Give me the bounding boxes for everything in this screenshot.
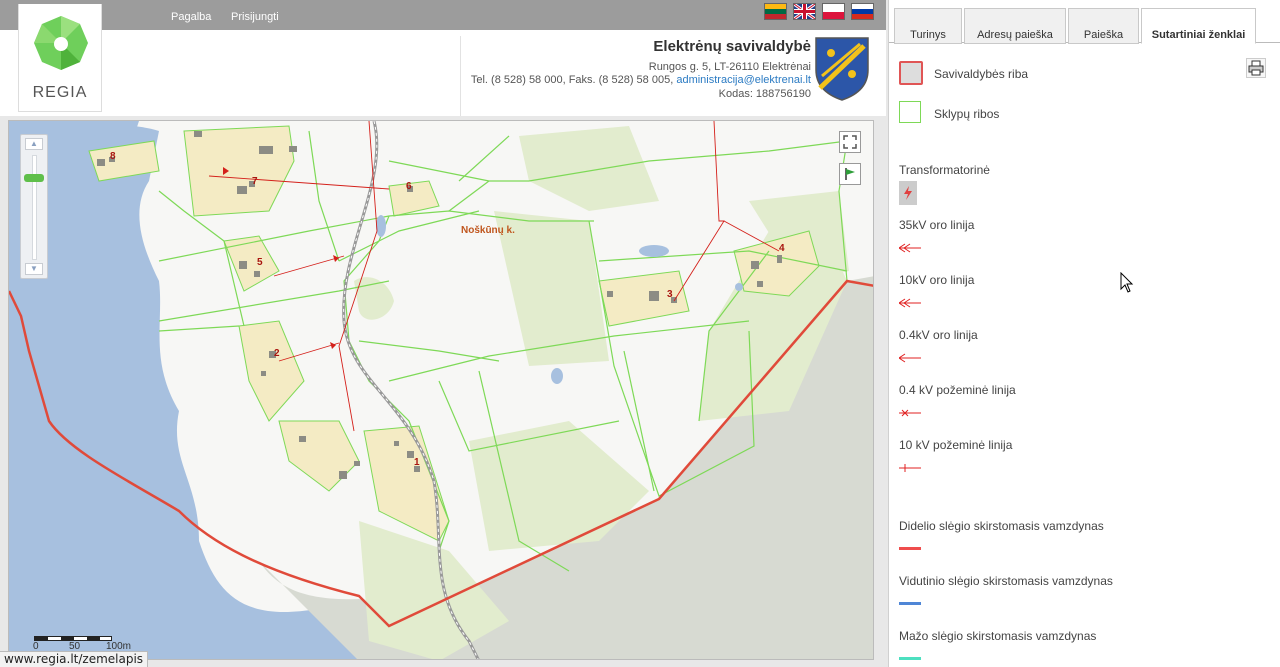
legend-label-transformer: Transformatorinė [899,163,990,177]
printer-icon [1248,60,1264,76]
parcel-number-6: 6 [406,181,412,192]
print-button[interactable] [1246,58,1266,78]
map-view[interactable]: Noškūnų k. 8 7 6 5 4 3 2 1 ▲ ▼ 0 50 100m [8,120,874,660]
side-panel: Turinys Adresų paieška Paieška Sutartini… [888,0,1280,667]
regia-logo-icon [34,16,88,70]
parcel-number-8: 8 [110,151,116,162]
mouse-cursor-icon [1120,272,1134,293]
zoom-handle[interactable] [24,174,44,182]
legend-label-municipality-boundary: Savivaldybės riba [934,67,1029,81]
tab-contents[interactable]: Turinys [894,8,962,44]
parcel-number-1: 1 [414,457,420,468]
boundary-symbol [899,61,923,85]
top-bar: Pagalba Prisijungti [0,0,886,30]
line-35kv-symbol [899,243,921,253]
medium-pressure-symbol [899,602,921,605]
email-link[interactable]: administracija@elektrenai.lt [676,74,811,86]
parcel-number-4: 4 [779,243,785,254]
phone-fax: Tel. (8 528) 58 000, Faks. (8 528) 58 00… [470,74,674,86]
flag-icon [845,168,855,180]
parcel-number-2: 2 [274,348,280,359]
zoom-in-button[interactable]: ▲ [25,138,43,150]
municipality-name: Elektrėnų savivaldybė [653,38,811,55]
flag-tool-button[interactable] [839,163,861,185]
legend-label-low-pressure: Mažo slėgio skirstomasis vamzdynas [899,629,1097,643]
legend-label-04kv: 0.4kV oro linija [899,328,978,342]
municipality-info: Elektrėnų savivaldybė Rungos g. 5, LT-26… [471,38,811,101]
login-link[interactable]: Prisijungti [231,11,279,23]
header-divider [460,36,461,116]
legend-label-medium-pressure: Vidutinio slėgio skirstomasis vamzdynas [899,574,1113,588]
high-pressure-symbol [899,547,921,550]
regia-logo[interactable]: REGIA [18,4,102,112]
zoom-out-button[interactable]: ▼ [25,263,43,275]
status-url: www.regia.lt/zemelapis [0,651,149,667]
low-pressure-symbol [899,657,921,660]
line-04kv-symbol [899,353,921,363]
municipality-address: Rungos g. 5, LT-26110 Elektrėnai [648,60,811,73]
legend-label-high-pressure: Didelio slėgio skirstomasis vamzdynas [899,519,1104,533]
parcel-number-7: 7 [252,176,258,187]
legend-label-10kv-underground: 10 kV požeminė linija [899,438,1013,452]
tab-search[interactable]: Paieška [1068,8,1139,44]
lithuanian-flag-icon[interactable] [764,3,787,20]
app-root: Pagalba Prisijungti Elektrėnų savivaldyb… [0,0,1280,667]
coat-of-arms-icon [815,37,869,101]
legend-label-04kv-underground: 0.4 kV požeminė linija [899,383,1016,397]
village-label: Noškūnų k. [461,225,515,236]
zoom-rail[interactable] [32,155,37,260]
parcel-number-5: 5 [257,257,263,268]
help-link[interactable]: Pagalba [171,11,211,23]
language-flags [764,3,874,20]
underground-04kv-symbol [899,409,921,417]
site-header: Elektrėnų savivaldybė Rungos g. 5, LT-26… [0,30,886,116]
underground-10kv-symbol [899,464,921,472]
transformer-icon [899,181,917,205]
parcel-symbol [899,101,921,123]
zoom-control: ▲ ▼ [20,134,48,279]
map-canvas[interactable] [9,121,874,660]
tab-address-search[interactable]: Adresų paieška [964,8,1066,44]
municipality-contacts: Tel. (8 528) 58 000, Faks. (8 528) 58 00… [471,74,811,88]
line-10kv-symbol [899,298,921,308]
panel-tabs: Turinys Adresų paieška Paieška Sutartini… [889,5,1280,44]
legend-label-parcels: Sklypų ribos [934,107,1000,121]
legend-label-10kv: 10kV oro linija [899,273,975,287]
english-flag-icon[interactable] [793,3,816,20]
polish-flag-icon[interactable] [822,3,845,20]
fullscreen-button[interactable] [839,131,861,153]
russian-flag-icon[interactable] [851,3,874,20]
legend-label-35kv: 35kV oro linija [899,218,975,232]
fullscreen-icon [843,135,857,149]
municipality-code: Kodas: 188756190 [718,87,811,100]
tab-legend[interactable]: Sutartiniai ženklai [1141,8,1256,44]
parcel-number-3: 3 [667,289,673,300]
regia-logo-text: REGIA [32,84,88,101]
